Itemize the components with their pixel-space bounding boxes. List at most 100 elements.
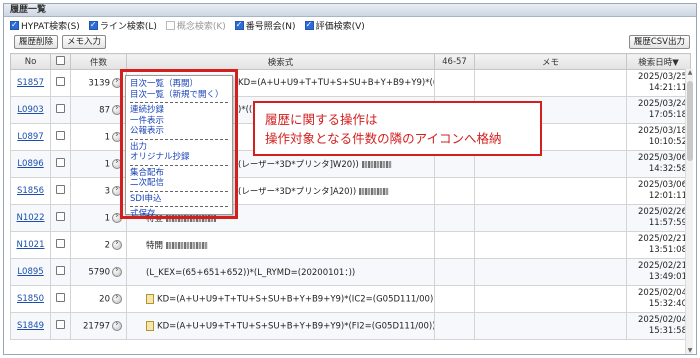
- operations-menu-icon[interactable]: [112, 265, 122, 277]
- cell-select: [50, 150, 71, 178]
- filter-checkbox[interactable]: [234, 20, 244, 30]
- row-checkbox[interactable]: [56, 266, 65, 275]
- cell-select: [50, 312, 71, 340]
- filter-checkbox[interactable]: [304, 20, 314, 30]
- select-all-checkbox[interactable]: [56, 55, 65, 65]
- row-checkbox[interactable]: [56, 212, 65, 221]
- row-checkbox[interactable]: [56, 104, 65, 113]
- row-checkbox[interactable]: [56, 320, 65, 329]
- col-header-expr[interactable]: 検索式: [126, 53, 435, 70]
- cell-memo[interactable]: [474, 231, 627, 259]
- vertical-scrollbar[interactable]: ▲ ▼: [685, 69, 694, 354]
- col-header-count[interactable]: 件数: [70, 53, 127, 70]
- count-value: 20: [99, 294, 110, 305]
- cell-4657: [434, 69, 475, 97]
- table-row[interactable]: N1021 2 特開 2025/02/2113:51:08: [10, 231, 691, 259]
- cell-datetime: 2025/03/06 12:01:11: [626, 177, 691, 205]
- operations-menu-icon[interactable]: [112, 238, 122, 250]
- history-no-link[interactable]: L0903: [17, 105, 43, 115]
- filter-option[interactable]: ライン検索(L): [88, 19, 157, 32]
- cell-expression: KD=(A+U+U9+T+TU+S+SU+B+Y+B9+Y9)*(FI2=(G0…: [126, 312, 435, 340]
- row-checkbox[interactable]: [56, 158, 65, 167]
- delete-history-button[interactable]: 履歴削除: [14, 35, 59, 49]
- history-no-link[interactable]: L0897: [17, 132, 43, 142]
- cell-memo[interactable]: [474, 258, 627, 286]
- table-row[interactable]: N10221特登2025/02/2611:57:59: [10, 204, 691, 232]
- row-checkbox[interactable]: [56, 293, 65, 302]
- col-header-datetime[interactable]: 検索日時▼: [626, 53, 691, 70]
- table-row[interactable]: L0895 5790 (L_KEX=(65+651+652))*(L_RYMD=(2…: [10, 258, 691, 286]
- history-no-link[interactable]: S1849: [17, 321, 44, 331]
- row-checkbox[interactable]: [56, 77, 65, 86]
- operations-menu-icon[interactable]: [112, 319, 122, 331]
- memo-input-button[interactable]: メモ入力: [62, 35, 107, 49]
- cell-expression: KD=(A+U+U9+T+TU+S+SU+B+Y+B9+Y9)*(IC2=(G0…: [126, 285, 435, 313]
- table-row[interactable]: S1856 3 (レーザー*3D*プリンタ]A20)) 2025/03/0612:01…: [10, 177, 691, 205]
- redacted-text: [361, 161, 392, 168]
- expression-text: (レーザー*3D*プリンタ]A20)): [238, 187, 357, 197]
- scroll-down-icon[interactable]: ▼: [686, 347, 694, 354]
- history-no-link[interactable]: N1022: [17, 213, 45, 223]
- count-value: 1: [104, 213, 110, 224]
- csv-export-button[interactable]: 履歴CSV出力: [628, 35, 690, 49]
- cell-count: 5790: [70, 258, 127, 286]
- filter-label: 概念検索(K): [176, 21, 226, 32]
- document-icon[interactable]: [146, 293, 154, 304]
- table-row[interactable]: S1849 21797 KD=(A+U+U9+T+TU+S+SU+B+Y+B9+Y9…: [10, 312, 691, 340]
- count-value: 3: [104, 186, 110, 197]
- scroll-up-icon[interactable]: ▲: [686, 69, 694, 77]
- col-header-select[interactable]: [50, 53, 71, 70]
- col-header-4657[interactable]: 46-57: [434, 53, 475, 70]
- table-header-row: No 件数 検索式 46-57 メモ 検索日時▼: [10, 53, 691, 70]
- expression-text: KD=(A+U+U9+T+TU+S+SU+B+Y+B9+Y9)*(IC2=(G0…: [157, 294, 435, 305]
- row-checkbox[interactable]: [56, 131, 65, 140]
- filter-checkbox[interactable]: [10, 20, 19, 30]
- cell-memo[interactable]: [474, 312, 627, 340]
- filter-checkbox[interactable]: [165, 20, 175, 30]
- filter-option[interactable]: HYPAT検索(S): [10, 19, 80, 32]
- history-no-link[interactable]: S1857: [17, 78, 44, 88]
- search-time: 14:32:58: [648, 164, 687, 174]
- count-value: 5790: [88, 267, 110, 278]
- filter-label: 番号照会(N): [245, 21, 296, 32]
- search-time: 12:01:11: [648, 191, 687, 201]
- history-panel: 履歴一覧 HYPAT検索(S) ライン検索(L) 概念検索(K) 番号照会(N) 評価検…: [3, 3, 697, 355]
- history-no-link[interactable]: L0896: [17, 159, 43, 169]
- cell-count: 20: [70, 285, 127, 313]
- scroll-thumb[interactable]: [687, 81, 693, 161]
- cell-expression: (L_KEX=(65+651+652))*(L_RYMD=(20200101：)…: [126, 258, 435, 286]
- count-value: 3139: [88, 78, 110, 89]
- history-no-link[interactable]: S1850: [17, 294, 44, 304]
- operations-menu-icon[interactable]: [112, 292, 122, 304]
- cell-memo[interactable]: [474, 69, 627, 97]
- history-no-link[interactable]: L0895: [17, 267, 43, 277]
- search-date: 2025/02/21: [638, 234, 687, 244]
- table-row[interactable]: S1857 3139 KD=(A+U+U9+T+TU+S+SU+B+Y+B9+Y9)…: [10, 69, 691, 97]
- cell-memo[interactable]: [474, 177, 627, 205]
- row-checkbox[interactable]: [56, 239, 65, 248]
- search-date: 2025/03/24: [638, 99, 687, 109]
- col-header-memo[interactable]: メモ: [474, 53, 627, 70]
- search-time: 14:21:11: [648, 83, 687, 93]
- filter-option[interactable]: 概念検索(K): [165, 19, 226, 32]
- table-row[interactable]: S1850 20 KD=(A+U+U9+T+TU+S+SU+B+Y+B9+Y9)*(…: [10, 285, 691, 313]
- count-value: 87: [99, 105, 110, 116]
- row-checkbox[interactable]: [56, 185, 65, 194]
- document-icon[interactable]: [146, 320, 154, 331]
- cell-memo[interactable]: [474, 204, 627, 232]
- expression-text: (L_KEX=(65+651+652))*(L_RYMD=(20200101：)…: [146, 268, 356, 278]
- cell-select: [50, 123, 71, 151]
- filter-option[interactable]: 番号照会(N): [234, 19, 296, 32]
- cell-select: [50, 177, 71, 205]
- cell-count: 3139: [70, 69, 127, 97]
- search-date: 2025/02/04: [638, 315, 687, 325]
- filter-checkbox[interactable]: [88, 20, 98, 30]
- redacted-text: [359, 188, 390, 195]
- history-no-link[interactable]: N1021: [17, 240, 45, 250]
- col-header-no[interactable]: No: [10, 53, 51, 70]
- search-time: 17:05:18: [648, 110, 687, 120]
- history-no-link[interactable]: S1856: [17, 186, 44, 196]
- cell-memo[interactable]: [474, 285, 627, 313]
- filter-option[interactable]: 評価検索(V): [304, 19, 365, 32]
- cell-4657: [434, 258, 475, 286]
